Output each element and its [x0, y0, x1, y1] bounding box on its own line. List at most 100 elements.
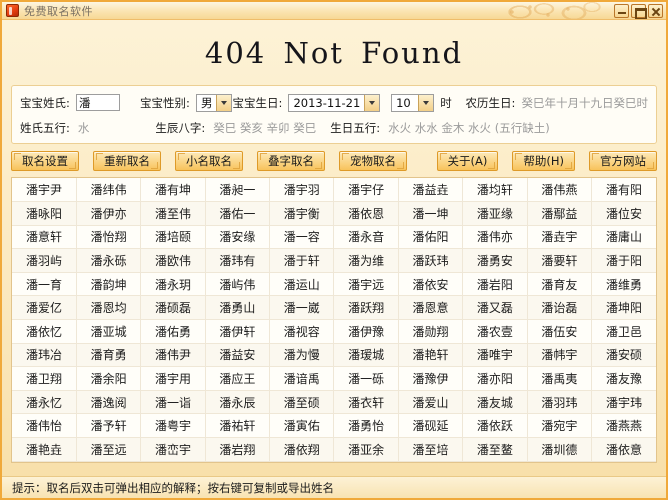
name-cell[interactable]: 潘峦宇: [140, 437, 206, 462]
name-cell[interactable]: 潘恩意: [398, 295, 464, 321]
official-website-button[interactable]: 官方网站: [589, 151, 657, 171]
name-cell[interactable]: 潘祐轩: [205, 413, 271, 439]
name-cell[interactable]: 潘育勇: [76, 343, 142, 368]
name-cell[interactable]: 潘伟怡: [12, 413, 77, 439]
name-cell[interactable]: 潘垚宇: [527, 225, 593, 250]
name-cell[interactable]: 潘玮有: [205, 248, 271, 273]
name-cell[interactable]: 潘韵坤: [76, 272, 142, 297]
birth-hour-select[interactable]: 10: [391, 93, 435, 112]
help-button[interactable]: 帮助(H): [512, 151, 575, 171]
name-cell[interactable]: 潘育友: [527, 272, 593, 297]
name-cell[interactable]: 潘宇远: [333, 272, 399, 297]
name-cell[interactable]: 潘勇山: [205, 295, 271, 321]
name-cell[interactable]: 潘玮冶: [12, 343, 77, 368]
name-cell[interactable]: 潘要轩: [527, 248, 593, 273]
name-cell[interactable]: 潘宇玮: [591, 390, 656, 415]
name-cell[interactable]: 潘诒磊: [527, 295, 593, 321]
name-cell[interactable]: 潘亚余: [333, 437, 399, 462]
name-cell[interactable]: 潘至远: [76, 437, 142, 462]
name-cell[interactable]: 潘庸山: [591, 225, 656, 250]
name-cell[interactable]: 潘砚延: [398, 413, 464, 439]
name-cell[interactable]: 潘伊豫: [333, 319, 399, 344]
name-cell[interactable]: 潘至伟: [140, 201, 206, 226]
name-cell[interactable]: 潘永忆: [12, 390, 77, 415]
name-cell[interactable]: 潘欧伟: [140, 248, 206, 273]
name-cell[interactable]: 潘运山: [269, 272, 335, 297]
name-cell[interactable]: 潘燕燕: [591, 413, 656, 439]
name-cell[interactable]: 潘伊亦: [76, 201, 142, 226]
name-cell[interactable]: 潘一砾: [333, 366, 399, 391]
name-cell[interactable]: 潘伍安: [527, 319, 593, 344]
name-cell[interactable]: 潘卫翔: [12, 366, 77, 391]
name-cell[interactable]: 潘伊轩: [205, 319, 271, 344]
gender-select[interactable]: 男: [195, 93, 233, 112]
name-cell[interactable]: 潘佑勇: [140, 319, 206, 344]
name-cell[interactable]: 潘永玥: [140, 272, 206, 297]
name-cell[interactable]: 潘予轩: [76, 413, 142, 439]
about-button[interactable]: 关于(A): [436, 151, 499, 171]
name-cell[interactable]: 潘应王: [205, 366, 271, 391]
name-cell[interactable]: 潘粤宇: [140, 413, 206, 439]
name-cell[interactable]: 潘安缘: [205, 225, 271, 250]
name-cell[interactable]: 潘衣轩: [333, 390, 399, 415]
name-cell[interactable]: 潘宇仔: [333, 178, 399, 203]
name-cell[interactable]: 潘为维: [333, 248, 399, 273]
name-cell[interactable]: 潘视容: [269, 319, 335, 344]
name-cell[interactable]: 潘坤阳: [591, 295, 656, 321]
name-cell[interactable]: 潘爱山: [398, 390, 464, 415]
name-cell[interactable]: 潘维勇: [591, 272, 656, 297]
name-cell[interactable]: 潘宇羽: [269, 178, 335, 203]
name-cell[interactable]: 潘跃翔: [333, 295, 399, 321]
name-cell[interactable]: 潘禹夷: [527, 366, 593, 391]
name-cell[interactable]: 潘永砾: [76, 248, 142, 273]
name-cell[interactable]: 潘伟尹: [140, 343, 206, 368]
pet-name-button[interactable]: 宠物取名: [339, 151, 407, 171]
name-cell[interactable]: 潘瑷城: [333, 343, 399, 368]
name-cell[interactable]: 潘宇用: [140, 366, 206, 391]
name-cell[interactable]: 潘昶一: [205, 178, 271, 203]
name-cell[interactable]: 潘至硕: [269, 390, 335, 415]
name-cell[interactable]: 潘勇安: [462, 248, 528, 273]
name-cell[interactable]: 潘于轩: [269, 248, 335, 273]
name-cell[interactable]: 潘鄢益: [527, 201, 593, 226]
name-cell[interactable]: 潘于阳: [591, 248, 656, 273]
name-cell[interactable]: 潘咏阳: [12, 201, 77, 226]
name-cell[interactable]: 潘艳垚: [12, 437, 77, 462]
name-cell[interactable]: 潘纬伟: [76, 178, 142, 203]
name-cell[interactable]: 潘谙禹: [269, 366, 335, 391]
name-cell[interactable]: 潘至培: [398, 437, 464, 462]
surname-input[interactable]: [76, 94, 121, 111]
name-cell[interactable]: 潘依跃: [462, 413, 528, 439]
name-cell[interactable]: 潘宇尹: [12, 178, 77, 203]
name-cell[interactable]: 潘依忆: [12, 319, 77, 344]
minimize-button[interactable]: [614, 4, 629, 18]
name-cell[interactable]: 潘农壹: [462, 319, 528, 344]
name-cell[interactable]: 潘勇怡: [333, 413, 399, 439]
name-cell[interactable]: 潘安硕: [591, 343, 656, 368]
name-cell[interactable]: 潘依安: [398, 272, 464, 297]
name-cell[interactable]: 潘依恩: [333, 201, 399, 226]
name-cell[interactable]: 潘爱亿: [12, 295, 77, 321]
name-cell[interactable]: 潘亚缘: [462, 201, 528, 226]
maximize-button[interactable]: [631, 4, 647, 19]
close-button[interactable]: [648, 4, 663, 18]
name-cell[interactable]: 潘逸阅: [76, 390, 142, 415]
name-cell[interactable]: 潘宛宇: [527, 413, 593, 439]
name-cell[interactable]: 潘帏宇: [527, 343, 593, 368]
name-cell[interactable]: 潘圳德: [527, 437, 593, 462]
name-cell[interactable]: 潘佑一: [205, 201, 271, 226]
name-cell[interactable]: 潘宇衡: [269, 201, 335, 226]
name-cell[interactable]: 潘唯宇: [462, 343, 528, 368]
name-cell[interactable]: 潘依意: [591, 437, 656, 462]
name-cell[interactable]: 潘伟亦: [462, 225, 528, 250]
name-cell[interactable]: 潘至鳌: [462, 437, 528, 462]
name-cell[interactable]: 潘屿伟: [205, 272, 271, 297]
name-cell[interactable]: 潘佑阳: [398, 225, 464, 250]
name-cell[interactable]: 潘羽屿: [12, 248, 77, 273]
name-cell[interactable]: 潘亦阳: [462, 366, 528, 391]
name-cell[interactable]: 潘余阳: [76, 366, 142, 391]
nickname-button[interactable]: 小名取名: [175, 151, 243, 171]
rename-button[interactable]: 重新取名: [93, 151, 161, 171]
name-cell[interactable]: 潘伟燕: [527, 178, 593, 203]
name-cell[interactable]: 潘一育: [12, 272, 77, 297]
